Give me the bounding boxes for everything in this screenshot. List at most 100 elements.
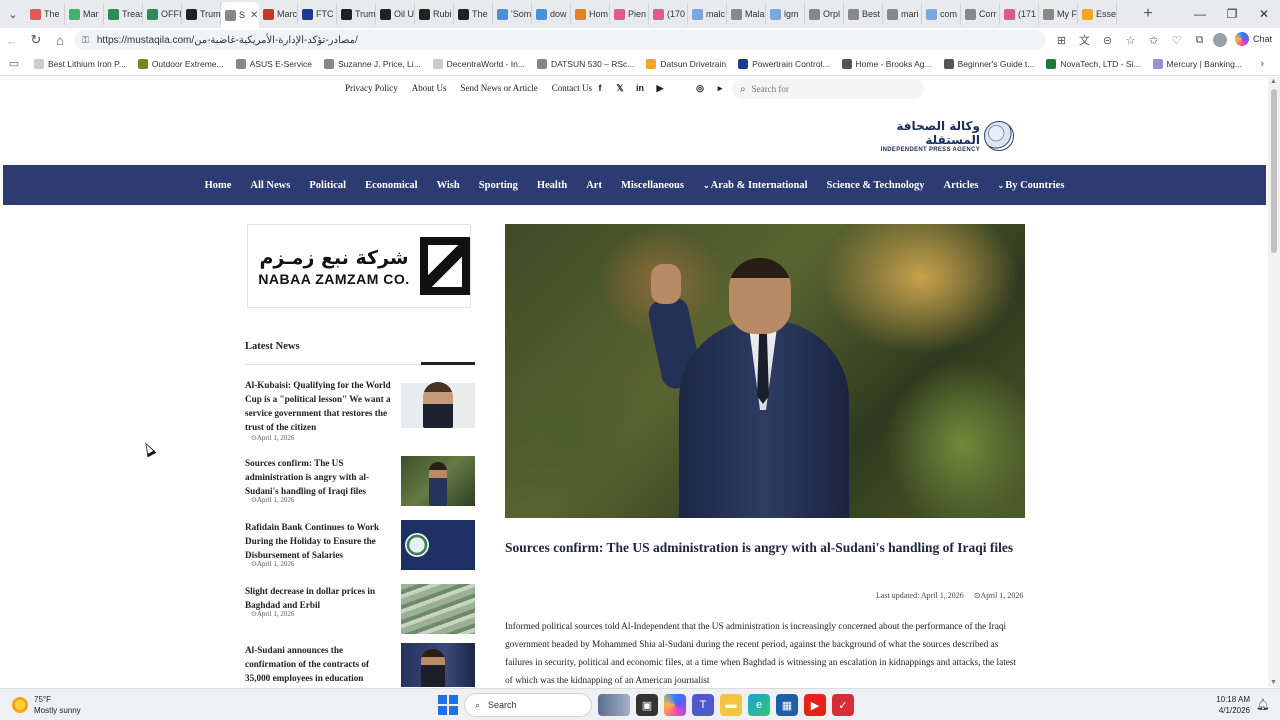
browser-tab[interactable]: Pien [610, 3, 649, 25]
scroll-down-icon[interactable]: ▼ [1270, 679, 1277, 686]
nav-item[interactable]: Wish [437, 180, 460, 191]
browser-tab[interactable]: FTC E [298, 3, 337, 25]
system-clock[interactable]: 10:18 AM 4/1/2026 [1216, 694, 1250, 716]
top-link[interactable]: Send News or Article [461, 83, 538, 93]
tab-list-chevron-icon[interactable]: ⌄ [0, 0, 26, 28]
nav-item[interactable]: Health [537, 180, 567, 191]
bookmark-item[interactable]: Mercury | Banking... [1147, 58, 1248, 69]
bookmark-item[interactable]: ASUS E-Service [230, 58, 318, 69]
tab-close-icon[interactable]: ✕ [250, 10, 258, 21]
browser-tab[interactable]: dow [532, 3, 571, 25]
browser-tab[interactable]: com [922, 3, 961, 25]
home-icon[interactable]: ⌂ [48, 28, 72, 52]
site-info-icon[interactable]: ⚿ [82, 35, 89, 46]
browser-tab[interactable]: S ✕ [221, 2, 259, 28]
app-available-icon[interactable]: ⊞ [1052, 31, 1071, 50]
favorite-star-icon[interactable]: ☆ [1121, 31, 1140, 50]
browser-tab[interactable]: My F [1039, 3, 1078, 25]
nav-item[interactable]: Economical [365, 180, 418, 191]
copilot-app-icon[interactable] [664, 694, 686, 716]
nav-item[interactable]: Miscellaneous [621, 180, 684, 191]
back-arrow-icon[interactable]: ← [0, 28, 24, 52]
bookmark-item[interactable]: Beginner's Guide t... [938, 58, 1041, 69]
news-title[interactable]: Al-Sudani announces the confirmation of … [245, 643, 391, 685]
top-link[interactable]: About Us [412, 83, 447, 93]
browser-tab[interactable]: mari [883, 3, 922, 25]
browser-tab[interactable]: Corr [961, 3, 1000, 25]
nav-item[interactable]: Art [586, 180, 602, 191]
scroll-up-icon[interactable]: ▲ [1270, 78, 1277, 85]
news-thumbnail[interactable] [401, 378, 475, 428]
browser-tab[interactable]: malc [688, 3, 727, 25]
nav-item[interactable]: ⌄Arab & International [703, 180, 808, 191]
browser-tab[interactable]: (171 [1000, 3, 1039, 25]
minimize-icon[interactable]: — [1184, 0, 1216, 28]
browser-tab[interactable]: Treas [104, 3, 143, 25]
bookmark-item[interactable]: NovaTech, LTD - Si... [1040, 58, 1146, 69]
profile-avatar[interactable] [1213, 33, 1227, 47]
youtube-app-icon[interactable]: ▶ [804, 694, 826, 716]
nav-item[interactable]: Political [309, 180, 346, 191]
sidebar-toggle-icon[interactable]: ▭ [0, 57, 28, 70]
browser-essentials-icon[interactable]: ♡ [1167, 31, 1186, 50]
site-search-input[interactable] [751, 84, 912, 94]
browser-tab[interactable]: Marc [259, 3, 298, 25]
task-view-icon[interactable]: ▣ [636, 694, 658, 716]
browser-tab[interactable]: The [454, 3, 493, 25]
collections-icon[interactable]: ⧉ [1190, 31, 1209, 50]
linkedin-icon[interactable]: in [633, 81, 647, 95]
file-explorer-icon[interactable]: ▬ [720, 694, 742, 716]
bookmark-item[interactable]: Outdoor Extreme... [132, 58, 230, 69]
more-bookmarks-chevron-icon[interactable]: › [1260, 58, 1264, 70]
news-title[interactable]: Rafidain Bank Continues to Work During t… [245, 520, 391, 562]
news-thumbnail[interactable] [401, 456, 475, 506]
close-window-icon[interactable]: ✕ [1248, 0, 1280, 28]
reader-view-icon[interactable]: ⊝ [1098, 31, 1117, 50]
store-icon[interactable]: ▦ [776, 694, 798, 716]
browser-tab[interactable]: The [26, 3, 65, 25]
news-title[interactable]: Slight decrease in dollar prices in Bagh… [245, 584, 391, 612]
widgets-icon[interactable] [598, 694, 630, 716]
browser-tab[interactable]: OFFI [143, 3, 182, 25]
play-icon[interactable]: ▸ [713, 81, 727, 95]
windows-start-icon[interactable] [438, 695, 458, 715]
maximize-icon[interactable]: ❐ [1216, 0, 1248, 28]
browser-tab[interactable]: Hom [571, 3, 610, 25]
news-title[interactable]: Sources confirm: The US administration i… [245, 456, 391, 498]
browser-tab[interactable]: Mar [65, 3, 104, 25]
site-logo[interactable]: وكالة الصحافة المستقلة INDEPENDENT PRESS… [862, 119, 1014, 153]
teams-icon[interactable]: T [692, 694, 714, 716]
instagram-icon[interactable]: ◎ [693, 81, 707, 95]
bookmark-item[interactable]: Suzanne J. Price, Li... [318, 58, 427, 69]
nav-item[interactable]: ⌄By Countries [998, 180, 1065, 191]
new-tab-plus-icon[interactable]: + [1136, 5, 1160, 23]
browser-tab[interactable]: Orpl [805, 3, 844, 25]
notification-bell-icon[interactable]: 🔔︎ [1256, 698, 1270, 711]
security-shield-icon[interactable]: ✓ [832, 694, 854, 716]
weather-widget[interactable]: 75°F Mostly sunny [12, 694, 81, 716]
news-title[interactable]: Al-Kubaisi: Qualifying for the World Cup… [245, 378, 391, 434]
browser-tab[interactable]: lgm [766, 3, 805, 25]
browser-tab[interactable]: Trum [337, 3, 376, 25]
nav-item[interactable]: Science & Technology [827, 180, 925, 191]
x-icon[interactable]: 𝕏 [613, 81, 627, 95]
browser-tab[interactable]: Esse [1078, 3, 1117, 25]
bookmark-item[interactable]: DecentraWorld - In... [427, 58, 531, 69]
facebook-icon[interactable]: f [593, 81, 607, 95]
browser-tab[interactable]: Best [844, 3, 883, 25]
browser-tab[interactable]: Oil U [376, 3, 415, 25]
nav-item[interactable]: Articles [944, 180, 979, 191]
browser-tab[interactable]: Rubi [415, 3, 454, 25]
bookmark-item[interactable]: Home - Brooks Ag... [836, 58, 938, 69]
nav-item[interactable]: All News [250, 180, 290, 191]
bookmark-item[interactable]: Powertrain Control... [732, 58, 835, 69]
page-scrollbar[interactable]: ▲ ▼ [1268, 77, 1280, 687]
browser-tab[interactable]: Trum [182, 3, 221, 25]
reload-icon[interactable]: ↻ [24, 28, 48, 52]
news-thumbnail[interactable] [401, 643, 475, 687]
url-field[interactable]: ⚿ https://mustaqila.com/مصادر-تؤكد-الإدا… [74, 30, 1046, 50]
edge-icon[interactable]: e [748, 694, 770, 716]
apple-icon[interactable] [673, 81, 687, 95]
scrollbar-thumb[interactable] [1271, 89, 1277, 253]
news-thumbnail[interactable] [401, 584, 475, 634]
